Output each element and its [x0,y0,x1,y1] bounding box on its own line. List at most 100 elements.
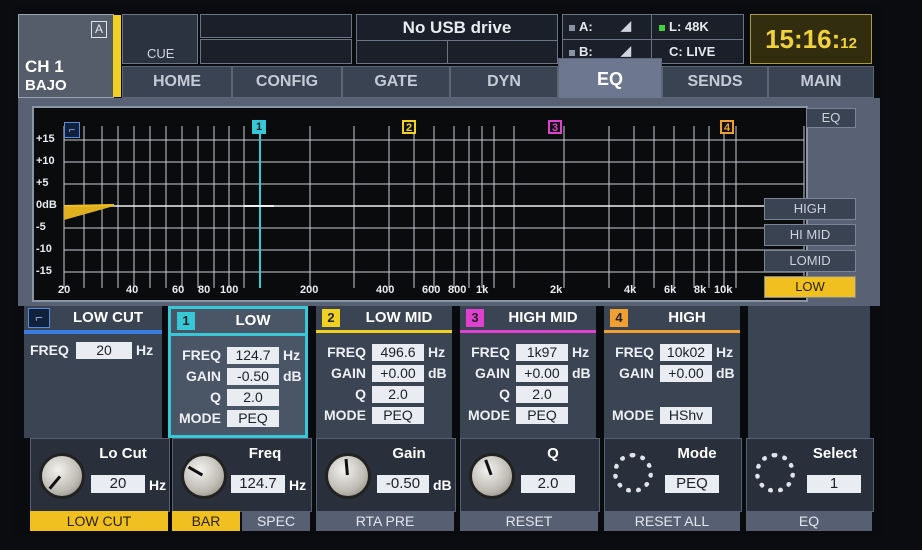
tab-config[interactable]: CONFIG [232,66,342,98]
low-q-value[interactable]: 2.0 [227,389,279,406]
freq-label: 200 [300,284,319,296]
softkey-reset-all[interactable]: RESET ALL [604,511,740,531]
encoder-value: 2.0 [521,475,575,493]
low-freq-value[interactable]: 124.7 [227,347,279,364]
band-4-marker[interactable]: 4 [720,120,734,134]
channel-name: CH 1 [25,57,64,76]
high-mode-value[interactable]: HShv [660,407,712,424]
tab-dyn[interactable]: DYN [450,66,558,98]
high-freq-value[interactable]: 10k02 [660,344,712,361]
lowmid-mode-value[interactable]: PEQ [372,407,424,424]
freq-label: 20 [58,284,71,296]
freq-knob-icon[interactable] [181,453,227,499]
band-select-low[interactable]: LOW [764,276,856,298]
freq-label: 60 [172,284,185,296]
freq-label: 400 [376,284,395,296]
encoder-value: 124.7 [231,475,285,493]
clock-seconds: 12 [840,35,857,52]
lowcut-freq-value[interactable]: 20 [76,342,132,359]
band-2-marker[interactable]: 2 [402,120,416,134]
mode-rotary-icon[interactable] [613,453,653,493]
lowcut-knob-icon[interactable] [39,453,85,499]
encoder-value: -0.50 [377,475,429,493]
encoder-title: Gain [392,445,426,462]
encoder-lowcut[interactable]: Lo Cut 20 Hz [30,438,170,512]
band-select-lomid[interactable]: LOMID [764,250,856,272]
low-gain-value[interactable]: -0.50 [227,368,279,385]
highmid-mode-value[interactable]: PEQ [516,407,568,424]
highmid-gain-value[interactable]: +0.00 [516,365,568,382]
encoder-title: Select [812,445,858,462]
band-panel-highmid[interactable]: 3 HIGH MID FREQ 1k97 Hz GAIN +0.00 dB Q 2.0 M… [460,306,596,438]
freq-label: 2k [550,284,563,296]
tab-main[interactable]: MAIN [768,66,874,98]
encoder-select[interactable]: Select 1 [746,438,874,512]
band-1-marker[interactable]: 1 [252,120,266,134]
q-label: Q [355,386,366,402]
freq-unit: Hz [716,344,734,360]
gain-unit: dB [716,365,735,381]
band-select-high[interactable]: HIGH [764,198,856,220]
freq-label: FREQ [471,344,510,360]
band-panel-lowcut[interactable]: ⌐ LOW CUT FREQ 20 Hz [24,306,162,438]
tab-gate[interactable]: GATE [342,66,450,98]
softkey-spec[interactable]: SPEC [242,511,310,531]
status-b-indicator-icon: ◢ [621,43,631,58]
q-knob-icon[interactable] [469,453,515,499]
eq-graph-svg [63,126,805,288]
softkey-low-cut[interactable]: LOW CUT [30,511,168,531]
freq-label: FREQ [327,344,366,360]
encoder-unit: Hz [289,477,307,493]
encoder-gain[interactable]: Gain -0.50 dB [316,438,456,512]
lowmid-freq-value[interactable]: 496.6 [372,344,424,361]
channel-box[interactable]: A CH 1 BAJO [18,14,121,98]
freq-unit: Hz [283,347,301,363]
gain-label: GAIN [475,365,510,381]
band-select-hi-mid[interactable]: HI MID [764,224,856,246]
softkey-reset[interactable]: RESET [460,511,598,531]
lowmid-q-value[interactable]: 2.0 [372,386,424,403]
tab-eq[interactable]: EQ [558,58,662,100]
band-panel-lowmid[interactable]: 2 LOW MID FREQ 496.6 Hz GAIN +0.00 dB Q 2.0 M… [316,306,452,438]
encoder-freq[interactable]: Freq 124.7 Hz [172,438,312,512]
tab-sends[interactable]: SENDS [662,66,768,98]
high-gain-value[interactable]: +0.00 [660,365,712,382]
softkey-bar[interactable]: BAR [172,511,240,531]
db-label: 0dB [36,199,57,211]
encoder-unit: dB [433,477,452,493]
eq-curve-graph[interactable]: ⌐ 1 2 3 4 +15 +10 +5 0dB -5 -10 -15 20 4… [32,106,808,302]
eq-graph-panel: ⌐ 1 2 3 4 +15 +10 +5 0dB -5 -10 -15 20 4… [18,98,880,306]
low-mode-value[interactable]: PEQ [227,410,279,427]
softkey-rta-pre[interactable]: RTA PRE [316,511,454,531]
status-l-label: L: [669,19,682,34]
band-number: 2 [322,309,340,327]
db-label: +10 [36,155,55,167]
encoder-mode[interactable]: Mode PEQ [604,438,742,512]
cue-button[interactable]: CUE [122,14,198,64]
band-number: 3 [466,309,484,327]
mode-label: MODE [612,407,654,423]
eq-toggle-button[interactable]: EQ [806,108,856,128]
band-name: HIGH [668,309,706,326]
softkey-eq[interactable]: EQ [746,511,872,531]
tab-home[interactable]: HOME [122,66,232,98]
band-3-marker[interactable]: 3 [548,120,562,134]
meter-slot-bottom [200,39,352,64]
freq-label: 40 [126,284,139,296]
db-label: -10 [36,243,52,255]
gain-knob-icon[interactable] [325,453,371,499]
band-name: HIGH MID [508,309,578,326]
freq-label: 100 [220,284,239,296]
usb-status: No USB drive [356,14,558,64]
mode-label: MODE [179,410,221,426]
band-panel-low[interactable]: 1 LOW FREQ 124.7 Hz GAIN -0.50 dB Q 2.0 MODE P… [168,306,308,438]
gain-unit: dB [283,368,302,384]
highmid-q-value[interactable]: 2.0 [516,386,568,403]
lowcut-marker-icon[interactable]: ⌐ [64,122,80,138]
encoder-q[interactable]: Q 2.0 [460,438,600,512]
highmid-freq-value[interactable]: 1k97 [516,344,568,361]
band-name: LOW CUT [73,309,143,326]
select-rotary-icon[interactable] [755,453,795,493]
lowmid-gain-value[interactable]: +0.00 [372,365,424,382]
band-panel-high[interactable]: 4 HIGH FREQ 10k02 Hz GAIN +0.00 dB MODE HShv [604,306,740,438]
